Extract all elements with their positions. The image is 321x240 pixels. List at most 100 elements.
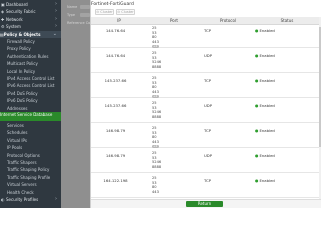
sidebar-nav: ▣Dashboard › ◈ Security Fabric › ✚ Network › ⚙Sy… — [0, 0, 61, 208]
protocol-cell: UDP — [204, 53, 212, 58]
sidebar-item-21[interactable]: Traffic Shapers — [0, 159, 61, 166]
sidebar-item-label: System — [6, 24, 21, 30]
sidebar-item-22[interactable]: Traffic Shaping Policy — [0, 166, 61, 173]
cluster-button-1[interactable]: ⊙Cluster — [95, 9, 114, 15]
sidebar-item-4[interactable]: ▤Policy & Objects ⌄ — [0, 30, 61, 38]
ip-cell: 145.237.66 — [104, 103, 127, 108]
sidebar-item-13[interactable]: IPv6 DoS Policy — [0, 97, 61, 104]
port-cell: 25 53 5246 8888 — [152, 51, 161, 69]
chevron-icon: › — [55, 15, 57, 22]
chevron-icon: › — [55, 1, 57, 7]
sidebar-item-label: IPv4 Access Control List — [7, 76, 55, 81]
sidebar-item-label: Dashboard — [6, 2, 28, 7]
ip-list-drawer: Fortinet-FortiGuard ⊙Cluster ⊙Cluster IP… — [90, 0, 321, 208]
sidebar-item-label: Authentication Rules — [7, 53, 49, 59]
ip-cell: 164.122.198 — [103, 178, 128, 183]
status-cell: ●Enabled — [255, 153, 275, 158]
sidebar-item-15[interactable]: Internet Service Database — [0, 112, 61, 121]
sidebar-item-19[interactable]: IP Pools — [0, 144, 61, 151]
protocol-cell: TCP — [204, 178, 212, 183]
sidebar-item-label: Security Profiles — [6, 197, 39, 202]
sidebar-item-label: Network — [6, 16, 23, 22]
sidebar-item-label: Internet Service Database — [0, 112, 53, 117]
column-header-protocol[interactable]: Protocol — [201, 17, 255, 25]
chevron-icon: › — [55, 196, 57, 202]
sidebar-item-11[interactable]: IPv6 Access Control List — [0, 82, 61, 89]
status-text: Enabled — [259, 53, 275, 58]
sidebar-item-5[interactable]: Firewall Policy — [0, 38, 61, 45]
type-field — [80, 13, 90, 17]
return-button[interactable]: Return — [186, 201, 223, 207]
table-row[interactable]: 145.237.66 25 53 80 443 +2 TCP ●Enabled — [91, 75, 319, 99]
sidebar-item-label: Virtual IPs — [7, 137, 27, 143]
sidebar-item-label: Addresses — [7, 105, 28, 111]
table-row[interactable]: 144.76.64 25 53 80 443 +2 TCP ●Enabled — [91, 25, 319, 49]
enabled-status-icon: ● — [255, 53, 259, 58]
ip-cell: 144.76.64 — [105, 28, 126, 33]
sidebar-item-24[interactable]: Virtual Servers — [0, 181, 61, 188]
table-row[interactable]: 146.98.79 25 53 5246 8888 UDP ●Enabled — [91, 150, 319, 173]
sidebar-item-label: Protocol Options — [7, 152, 40, 158]
table-row[interactable]: 164.122.198 25 53 80 443 TCP ●Enabled — [91, 175, 319, 198]
sidebar-item-label: Traffic Shaping Policy — [7, 167, 50, 173]
sidebar-item-12[interactable]: IPv4 DoS Policy — [0, 90, 61, 97]
status-text: Enabled — [259, 128, 275, 133]
ip-cell: 144.76.64 — [105, 53, 126, 58]
sidebar-item-label: IPv4 DoS Policy — [7, 90, 38, 96]
sidebar-item-8[interactable]: Multicast Policy — [0, 60, 61, 67]
sidebar-item-label: IPv6 DoS Policy — [7, 98, 38, 104]
more-ports-badge[interactable]: +2 — [152, 44, 159, 49]
port-value: 8888 — [152, 164, 162, 169]
status-cell: ●Enabled — [255, 178, 275, 183]
sidebar-item-26[interactable]: ◐ Security Profiles › — [0, 196, 61, 203]
sidebar-item-label: Health Check — [7, 189, 34, 195]
cluster-icon: ⊙ — [117, 10, 121, 14]
chevron-icon: ⌄ — [52, 30, 57, 37]
sidebar-item-label: Virtual Servers — [7, 182, 37, 188]
status-cell: ●Enabled — [255, 128, 275, 133]
sidebar-item-3[interactable]: ⚙System › — [0, 23, 61, 30]
enabled-status-icon: ● — [255, 153, 259, 158]
more-ports-badge[interactable]: +2 — [152, 94, 159, 99]
port-cell: 25 53 80 443 +2 — [152, 76, 159, 99]
table-row[interactable]: 145.237.66 25 53 5246 8888 UDP ●Enabled — [91, 100, 319, 123]
ip-cell: 146.98.79 — [105, 153, 126, 158]
column-header-ip[interactable]: IP — [91, 17, 147, 25]
sidebar-item-9[interactable]: Local In Policy — [0, 68, 61, 75]
ip-table-body: 144.76.64 25 53 80 443 +2 TCP ●Enabled 144.76.64… — [91, 25, 319, 199]
more-ports-badge[interactable]: +2 — [152, 144, 159, 149]
sidebar-item-23[interactable]: Traffic Shaping Profile — [0, 174, 61, 181]
column-header-status[interactable]: Status — [255, 17, 319, 25]
protocol-cell: TCP — [204, 128, 212, 133]
status-text: Enabled — [259, 103, 275, 108]
status-cell: ●Enabled — [255, 28, 275, 33]
port-cell: 25 53 80 443 +2 — [152, 126, 159, 149]
sidebar-item-10[interactable]: IPv4 Access Control List — [0, 75, 61, 82]
sidebar-item-20[interactable]: Protocol Options — [0, 152, 61, 159]
column-header-port[interactable]: Port — [147, 17, 201, 25]
sidebar-item-7[interactable]: Authentication Rules — [0, 53, 61, 60]
table-row[interactable]: 144.76.64 25 53 5246 8888 UDP ●Enabled — [91, 50, 319, 73]
sidebar-item-14[interactable]: Addresses — [0, 105, 61, 112]
sidebar-item-label: Security Fabric — [6, 9, 36, 15]
sidebar-item-16[interactable]: Services — [0, 122, 61, 129]
ip-cell: 146.98.79 — [105, 128, 126, 133]
protocol-cell: TCP — [204, 78, 212, 83]
port-cell: 25 53 5246 8888 — [152, 151, 161, 169]
sidebar-item-label: Policy & Objects — [3, 31, 41, 37]
cluster-button-2[interactable]: ⊙Cluster — [116, 9, 135, 15]
sidebar-item-1[interactable]: ◈ Security Fabric › — [0, 8, 61, 15]
sidebar-item-2[interactable]: ✚ Network › — [0, 16, 61, 23]
sidebar-item-6[interactable]: Proxy Policy — [0, 45, 61, 52]
table-row[interactable]: 146.98.79 25 53 80 443 +2 TCP ●Enabled — [91, 125, 319, 149]
sidebar-item-18[interactable]: Virtual IPs — [0, 137, 61, 144]
protocol-cell: UDP — [204, 153, 212, 158]
sidebar-item-17[interactable]: Schedules — [0, 129, 61, 136]
port-value: 443 — [152, 189, 159, 194]
sidebar-item-0[interactable]: ▣Dashboard › — [0, 1, 61, 8]
enabled-status-icon: ● — [255, 103, 259, 108]
port-value: 8888 — [152, 114, 162, 119]
sidebar-item-label: Local In Policy — [7, 68, 36, 74]
ip-cell: 145.237.66 — [104, 78, 127, 83]
sidebar-item-25[interactable]: Health Check — [0, 189, 61, 196]
